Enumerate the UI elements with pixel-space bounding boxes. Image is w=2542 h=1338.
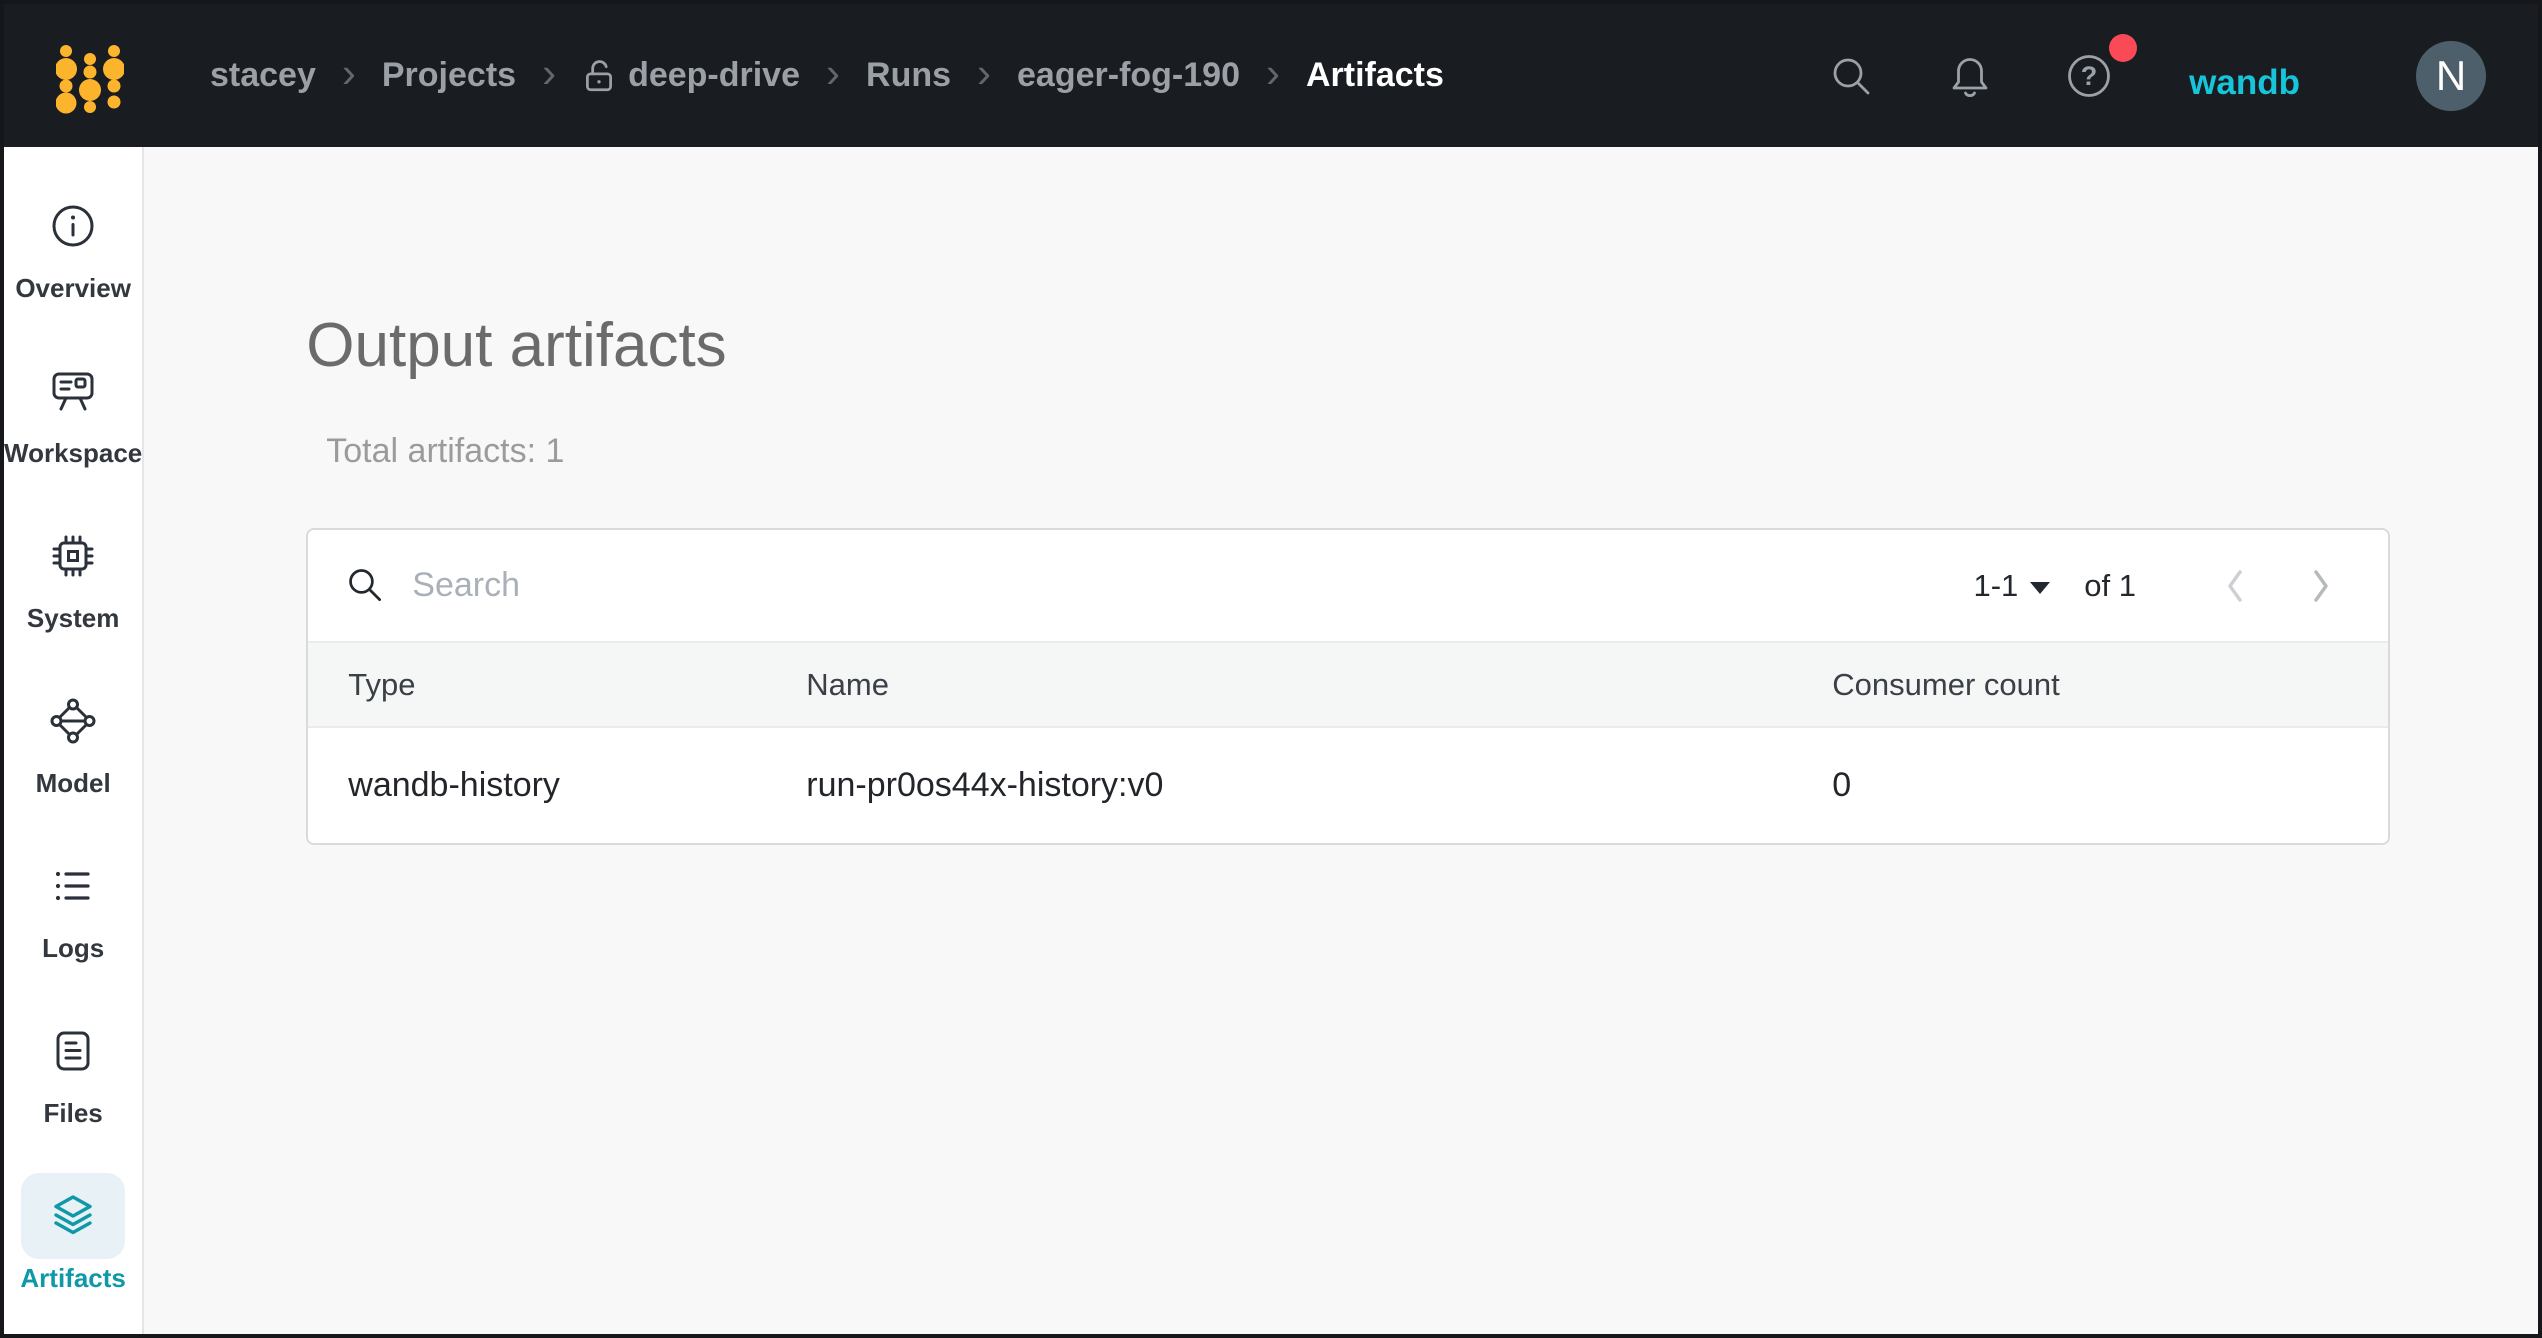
artifacts-layers-icon	[21, 1173, 125, 1259]
breadcrumb-artifacts-label: Artifacts	[1306, 56, 1444, 95]
svg-text:?: ?	[2081, 61, 2098, 91]
info-icon	[21, 183, 125, 269]
sidebar-item-workspace[interactable]: Workspace	[4, 348, 142, 468]
top-navbar: stacey › Projects › deep-drive › Runs › …	[4, 4, 2538, 147]
page-range-dropdown[interactable]: 1-1	[1973, 568, 2050, 604]
search-icon[interactable]	[1827, 52, 1875, 100]
sidebar-item-model[interactable]: Model	[21, 678, 125, 798]
breadcrumb-entity[interactable]: stacey	[210, 56, 316, 95]
sidebar-item-artifacts[interactable]: Artifacts	[20, 1173, 125, 1293]
breadcrumb-runs[interactable]: Runs	[866, 56, 951, 95]
chevron-right-separator-icon: ›	[542, 52, 556, 94]
sidebar-item-label: Model	[36, 768, 111, 798]
notifications-bell-icon[interactable]	[1946, 52, 1994, 100]
pagination: 1-1 of 1	[1973, 567, 2332, 605]
artifacts-table-card: 1-1 of 1	[306, 528, 2390, 845]
main-content: Output artifacts Total artifacts: 1 1-1	[144, 147, 2538, 1334]
total-artifacts-label: Total artifacts: 1	[326, 434, 2538, 468]
page-total-label: of 1	[2084, 568, 2136, 604]
column-header-consumer-count: Consumer count	[1792, 643, 2388, 727]
sidebar-item-label: Logs	[42, 933, 104, 963]
workspace-board-icon	[21, 348, 125, 434]
column-header-name: Name	[766, 643, 1792, 727]
search-icon	[346, 566, 386, 606]
breadcrumb-run[interactable]: eager-fog-190	[1017, 56, 1240, 95]
breadcrumb-artifacts-current[interactable]: Artifacts	[1306, 56, 1444, 95]
breadcrumb-project[interactable]: deep-drive	[582, 56, 800, 95]
sidebar-item-files[interactable]: Files	[21, 1008, 125, 1128]
sidebar-item-label: Workspace	[4, 438, 142, 468]
navbar-actions: ? wandb N	[1756, 41, 2486, 111]
sidebar-item-system[interactable]: System	[21, 513, 125, 633]
avatar-initial: N	[2436, 52, 2466, 100]
breadcrumb-projects-label: Projects	[382, 56, 516, 95]
table-header-row: Type Name Consumer count	[308, 643, 2388, 727]
previous-page-button[interactable]	[2224, 567, 2248, 605]
breadcrumb: stacey › Projects › deep-drive › Runs › …	[210, 56, 1444, 95]
sidebar-item-label: System	[27, 603, 120, 633]
chevron-right-separator-icon: ›	[826, 52, 840, 94]
chevron-right-separator-icon: ›	[342, 52, 356, 94]
app-window: stacey › Projects › deep-drive › Runs › …	[0, 0, 2542, 1338]
chevron-right-separator-icon: ›	[977, 52, 991, 94]
unlock-icon	[582, 57, 616, 95]
table-row[interactable]: wandb-history run-pr0os44x-history:v0 0	[308, 727, 2388, 843]
wandb-logo-icon[interactable]	[56, 38, 124, 114]
model-graph-icon	[21, 678, 125, 764]
page-range-label: 1-1	[1973, 568, 2018, 604]
help-icon[interactable]: ?	[2065, 52, 2113, 100]
sidebar-item-label: Artifacts	[20, 1263, 125, 1293]
next-page-button[interactable]	[2308, 567, 2332, 605]
chevron-right-separator-icon: ›	[1266, 52, 1280, 94]
artifact-consumer-count-cell: 0	[1792, 727, 2388, 843]
user-avatar[interactable]: N	[2416, 41, 2486, 111]
artifact-name-cell[interactable]: run-pr0os44x-history:v0	[766, 727, 1792, 843]
search-input[interactable]	[412, 566, 1973, 605]
sidebar-item-logs[interactable]: Logs	[21, 843, 125, 963]
run-sidebar: Overview Workspace	[4, 147, 144, 1334]
table-toolbar: 1-1 of 1	[308, 530, 2388, 643]
notification-dot	[2109, 34, 2137, 62]
caret-down-icon	[2030, 582, 2050, 594]
artifacts-table: Type Name Consumer count wandb-history r…	[308, 643, 2388, 843]
breadcrumb-projects[interactable]: Projects	[382, 56, 516, 95]
breadcrumb-project-label: deep-drive	[628, 56, 800, 95]
sidebar-item-label: Files	[44, 1098, 103, 1128]
column-header-type: Type	[308, 643, 766, 727]
wandb-home-link[interactable]: wandb	[2189, 63, 2300, 103]
logs-list-icon	[21, 843, 125, 929]
page-title: Output artifacts	[306, 315, 2538, 377]
sidebar-item-label: Overview	[15, 273, 131, 303]
artifact-type-cell: wandb-history	[308, 727, 766, 843]
breadcrumb-entity-label: stacey	[210, 56, 316, 95]
breadcrumb-runs-label: Runs	[866, 56, 951, 95]
breadcrumb-run-label: eager-fog-190	[1017, 56, 1240, 95]
cpu-icon	[21, 513, 125, 599]
sidebar-item-overview[interactable]: Overview	[15, 183, 131, 303]
files-document-icon	[21, 1008, 125, 1094]
